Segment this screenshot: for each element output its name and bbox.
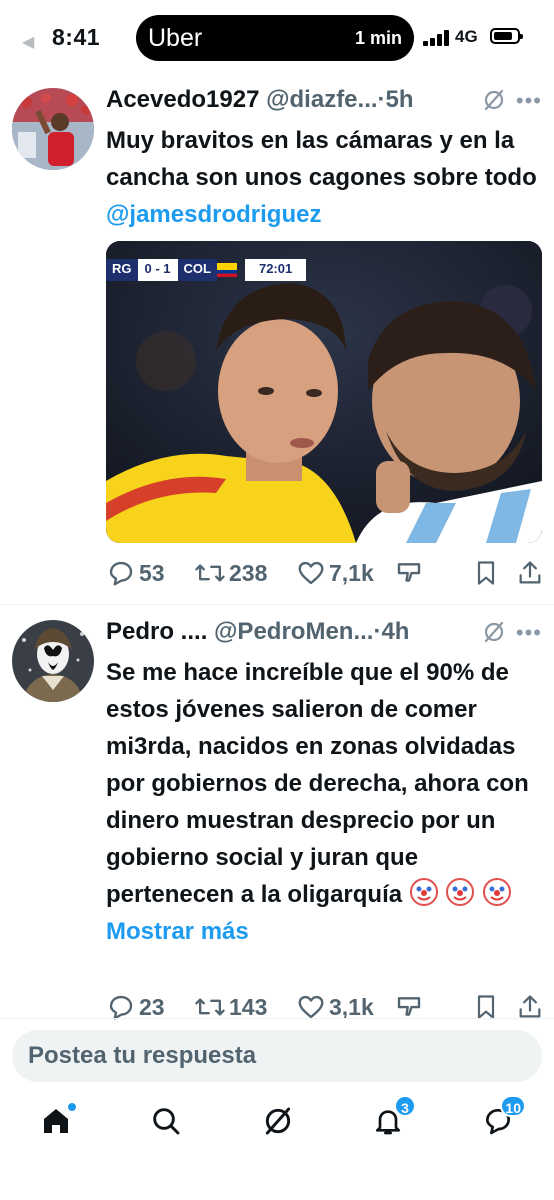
grok-icon[interactable] <box>482 88 506 112</box>
bookmark-button[interactable] <box>472 558 503 588</box>
reply-input[interactable]: Postea tu respuesta <box>12 1030 542 1082</box>
search-icon <box>153 1108 180 1135</box>
post-text: Se me hace increíble que el 90% de estos… <box>106 654 546 950</box>
messages-badge: 10 <box>500 1095 526 1117</box>
post-header: Pedro .... @PedroMen...·4h ••• <box>106 618 546 650</box>
nav-messages[interactable]: 10 <box>482 1095 526 1137</box>
share-icon <box>519 561 541 584</box>
post-time[interactable]: 4h <box>381 618 409 645</box>
display-name[interactable]: Pedro .... <box>106 618 207 645</box>
bottom-nav: 3 10 <box>0 1095 554 1155</box>
home-unread-dot <box>68 1103 76 1111</box>
thumb-down-icon <box>397 563 421 582</box>
repost-count: 143 <box>229 993 268 1020</box>
live-activity-pill[interactable]: Uber 1 min <box>136 15 414 61</box>
repost-count: 238 <box>229 559 268 586</box>
views-button[interactable] <box>394 558 427 588</box>
post-actions: 53 238 7,1k <box>106 558 546 594</box>
nav-home[interactable] <box>40 1103 76 1137</box>
match-photo <box>106 241 542 543</box>
reply-divider <box>0 1018 554 1019</box>
post-card[interactable]: Acevedo1927 @diazfe...·5h ••• Muy bravit… <box>0 80 554 600</box>
post-time[interactable]: 5h <box>386 86 414 113</box>
notifications-badge: 3 <box>394 1095 416 1117</box>
repost-icon <box>195 564 225 582</box>
scoreboard-team-left: RG <box>106 259 138 281</box>
post-text: Muy bravitos en las cámaras y en la canc… <box>106 122 546 233</box>
colombia-flag-icon <box>216 263 237 277</box>
nav-grok[interactable] <box>262 1105 294 1137</box>
mention-link[interactable]: @jamesdrodriguez <box>106 201 321 228</box>
network-type: 4G <box>455 27 478 46</box>
more-options-icon[interactable]: ••• <box>516 88 542 114</box>
nav-search[interactable] <box>150 1105 182 1137</box>
signal-icon <box>423 30 451 46</box>
home-icon <box>44 1109 68 1133</box>
post-card[interactable]: Pedro .... @PedroMen...·4h ••• Se me hac… <box>0 612 554 1022</box>
like-count: 3,1k <box>329 993 374 1020</box>
status-bar: ◀ 8:41 Uber 1 min 4G <box>0 0 554 76</box>
post-image[interactable]: RG 0 - 1 COL 72:01 <box>106 241 542 543</box>
reply-placeholder: Postea tu respuesta <box>28 1042 257 1069</box>
separator-dot: · <box>377 86 386 113</box>
clown-emoji-icon <box>409 878 438 906</box>
post-divider <box>0 604 554 605</box>
post-text-body: Muy bravitos en las cámaras y en la canc… <box>106 127 537 191</box>
back-arrow-icon[interactable]: ◀ <box>22 32 34 52</box>
avatar[interactable] <box>12 88 94 170</box>
eta-text: 1 min <box>354 28 402 48</box>
scoreboard-team-right: COL <box>177 259 217 281</box>
share-button[interactable] <box>516 558 547 588</box>
show-more-link[interactable]: Mostrar más <box>106 918 249 945</box>
user-handle[interactable]: @PedroMen... <box>214 618 373 645</box>
scoreboard-score: 0 - 1 <box>137 259 178 281</box>
heart-icon <box>298 561 324 585</box>
like-count: 7,1k <box>329 559 374 586</box>
post-actions: 23 143 3,1k <box>106 992 546 1028</box>
avatar[interactable] <box>12 620 94 702</box>
match-clock: 72:01 <box>244 259 307 281</box>
repost-button[interactable]: 238 <box>194 558 267 588</box>
battery-icon <box>490 28 523 44</box>
post-header: Acevedo1927 @diazfe...·5h ••• <box>106 86 546 118</box>
more-options-icon[interactable]: ••• <box>516 620 542 646</box>
grok-icon[interactable] <box>482 620 506 644</box>
display-name[interactable]: Acevedo1927 <box>106 86 259 113</box>
reply-icon <box>109 561 133 586</box>
scoreboard-overlay: RG 0 - 1 COL 72:01 <box>106 259 307 281</box>
reply-count: 53 <box>139 559 165 586</box>
grok-icon <box>265 1107 291 1135</box>
post-text-body: Se me hace increíble que el 90% de estos… <box>106 659 529 908</box>
user-handle[interactable]: @diazfe... <box>266 86 377 113</box>
like-button[interactable]: 7,1k <box>296 558 374 588</box>
clown-emoji-icon <box>446 878 475 906</box>
reply-count: 23 <box>139 993 165 1020</box>
reply-button[interactable]: 53 <box>106 558 165 588</box>
nav-notifications[interactable]: 3 <box>372 1095 416 1137</box>
status-time: 8:41 <box>52 24 101 50</box>
bookmark-icon <box>477 561 495 585</box>
clown-emoji-icon <box>483 878 512 906</box>
uber-logo: Uber <box>148 24 203 52</box>
